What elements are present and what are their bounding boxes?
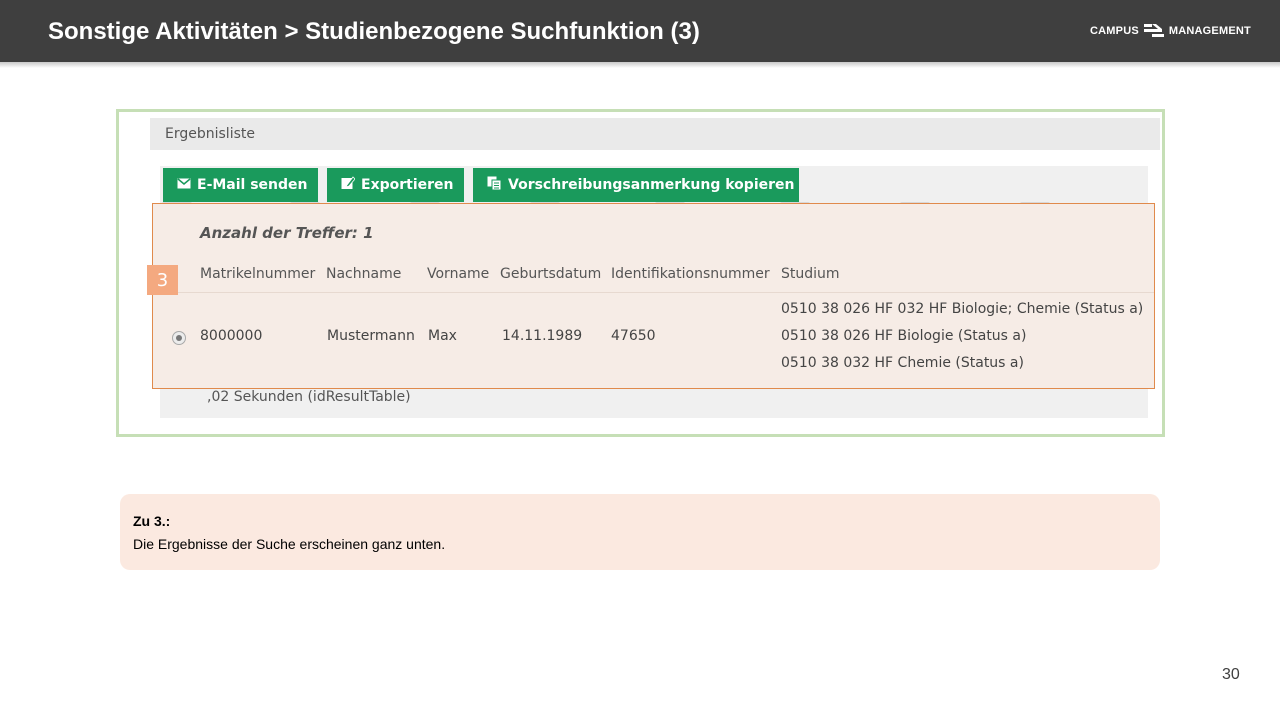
export-icon bbox=[341, 176, 356, 194]
cell-matrikelnummer: 8000000 bbox=[200, 328, 263, 344]
cell-geburtsdatum: 14.11.1989 bbox=[502, 328, 583, 344]
highlighted-result-table: Anzahl der Treffer: 1 Matrikelnummer Nac… bbox=[152, 203, 1155, 389]
campus-management-logo: CAMPUS MANAGEMENT bbox=[1090, 21, 1251, 41]
cell-vorname: Max bbox=[428, 328, 457, 344]
cell-studium-line: 0510 38 026 HF 032 HF Biologie; Chemie (… bbox=[781, 301, 1144, 317]
page-number: 30 bbox=[1222, 666, 1240, 683]
export-button[interactable]: Exportieren bbox=[327, 168, 464, 202]
cell-studium-line: 0510 38 032 HF Chemie (Status a) bbox=[781, 355, 1024, 371]
row-select-radio[interactable] bbox=[172, 331, 186, 345]
slide-title: Sonstige Aktivitäten > Studienbezogene S… bbox=[48, 18, 700, 45]
result-list-label: Ergebnisliste bbox=[165, 126, 255, 142]
explanation-note: Zu 3.: Die Ergebnisse der Suche erschein… bbox=[120, 494, 1160, 570]
hit-count: Anzahl der Treffer: 1 bbox=[200, 224, 374, 242]
cell-nachname: Mustermann bbox=[327, 328, 415, 344]
header-separator bbox=[153, 292, 1154, 293]
result-list-header: Ergebnisliste bbox=[150, 118, 1160, 150]
send-email-label: E-Mail senden bbox=[197, 177, 308, 193]
send-email-button[interactable]: E-Mail senden bbox=[163, 168, 318, 202]
cell-studium-line: 0510 38 026 HF Biologie (Status a) bbox=[781, 328, 1027, 344]
copy-annotation-label: Vorschreibungsanmerkung kopieren bbox=[508, 177, 795, 193]
logo-mark-icon bbox=[1142, 21, 1166, 41]
note-title: Zu 3.: bbox=[133, 513, 171, 529]
cell-identifikationsnummer: 47650 bbox=[611, 328, 656, 344]
header-shadow bbox=[0, 62, 1280, 68]
copy-annotation-button[interactable]: Vorschreibungsanmerkung kopieren bbox=[473, 168, 799, 202]
column-header-nachname: Nachname bbox=[326, 266, 402, 282]
timing-text: ,02 Sekunden (idResultTable) bbox=[207, 389, 411, 405]
column-header-vorname: Vorname bbox=[427, 266, 490, 282]
column-header-identifikationsnummer: Identifikationsnummer bbox=[611, 266, 770, 282]
step-number-badge: 3 bbox=[147, 265, 178, 295]
copy-icon bbox=[487, 176, 502, 195]
logo-text-left: CAMPUS bbox=[1090, 25, 1139, 37]
column-header-matrikelnummer: Matrikelnummer bbox=[200, 266, 316, 282]
column-header-studium: Studium bbox=[781, 266, 840, 282]
envelope-icon bbox=[177, 177, 191, 193]
logo-text-right: MANAGEMENT bbox=[1168, 25, 1251, 37]
note-body: Die Ergebnisse der Suche erscheinen ganz… bbox=[133, 536, 446, 552]
export-label: Exportieren bbox=[361, 177, 454, 193]
column-header-geburtsdatum: Geburtsdatum bbox=[500, 266, 602, 282]
